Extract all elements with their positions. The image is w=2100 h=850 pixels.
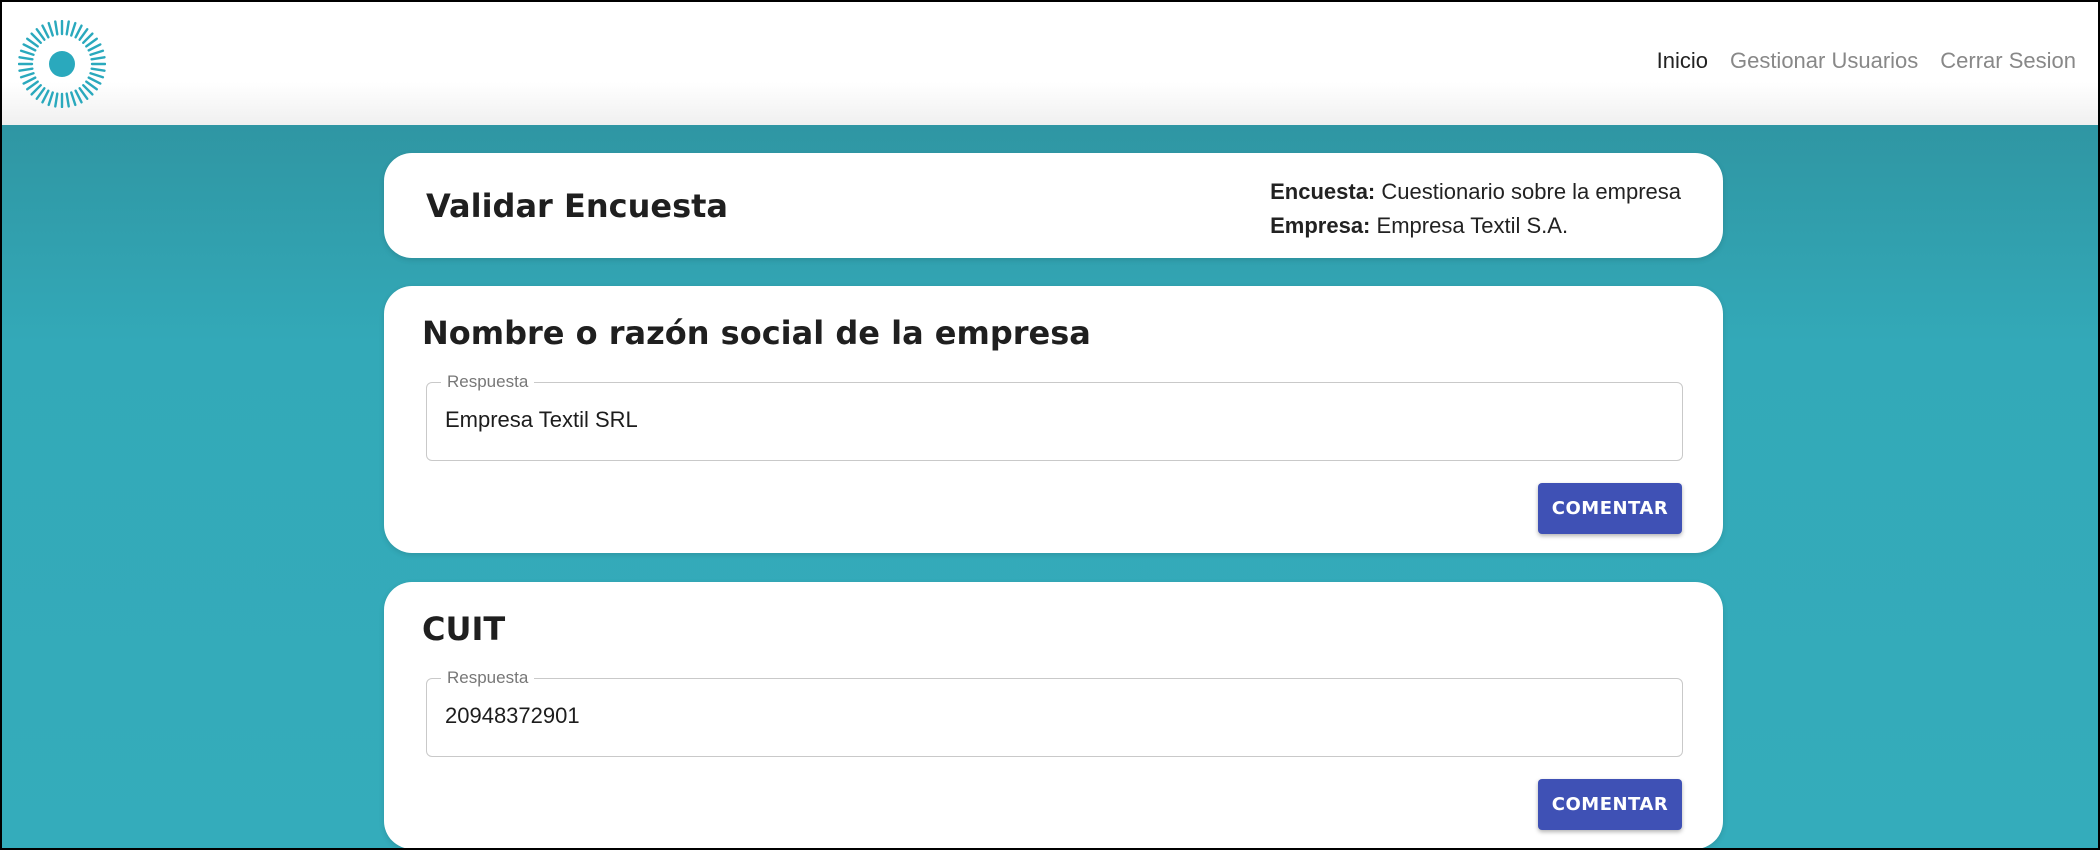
survey-header-card: Validar Encuesta Encuesta: Cuestionario … — [384, 153, 1723, 258]
survey-value: Cuestionario sobre la empresa — [1381, 179, 1681, 204]
question-card: CUIT Respuesta COMENTAR — [384, 582, 1723, 848]
comment-button[interactable]: COMENTAR — [1538, 483, 1682, 534]
survey-info-line: Encuesta: Cuestionario sobre la empresa — [1270, 175, 1681, 209]
question-title: Nombre o razón social de la empresa — [422, 314, 1091, 352]
survey-meta: Encuesta: Cuestionario sobre la empresa … — [1270, 175, 1681, 243]
answer-field-label: Respuesta — [441, 372, 535, 392]
nav-link-gestionar-usuarios[interactable]: Gestionar Usuarios — [1730, 48, 1918, 74]
app-window: Inicio Gestionar Usuarios Cerrar Sesion … — [0, 0, 2100, 850]
question-title: CUIT — [422, 610, 506, 648]
page-title: Validar Encuesta — [426, 187, 728, 225]
top-navbar: Inicio Gestionar Usuarios Cerrar Sesion — [2, 2, 2098, 125]
company-info-line: Empresa: Empresa Textil S.A. — [1270, 209, 1681, 243]
nav-links: Inicio Gestionar Usuarios Cerrar Sesion — [1657, 48, 2076, 74]
answer-input[interactable] — [445, 407, 1645, 433]
answer-field: Respuesta — [426, 668, 1683, 757]
nav-link-inicio[interactable]: Inicio — [1657, 48, 1708, 74]
company-value: Empresa Textil S.A. — [1376, 213, 1569, 238]
comment-button[interactable]: COMENTAR — [1538, 779, 1682, 830]
company-label: Empresa: — [1270, 213, 1371, 238]
answer-field: Respuesta — [426, 372, 1683, 461]
question-card: Nombre o razón social de la empresa Resp… — [384, 286, 1723, 553]
answer-input[interactable] — [445, 703, 1645, 729]
logo-icon[interactable] — [17, 19, 107, 109]
nav-link-cerrar-sesion[interactable]: Cerrar Sesion — [1940, 48, 2076, 74]
answer-field-label: Respuesta — [441, 668, 535, 688]
survey-label: Encuesta: — [1270, 179, 1376, 204]
